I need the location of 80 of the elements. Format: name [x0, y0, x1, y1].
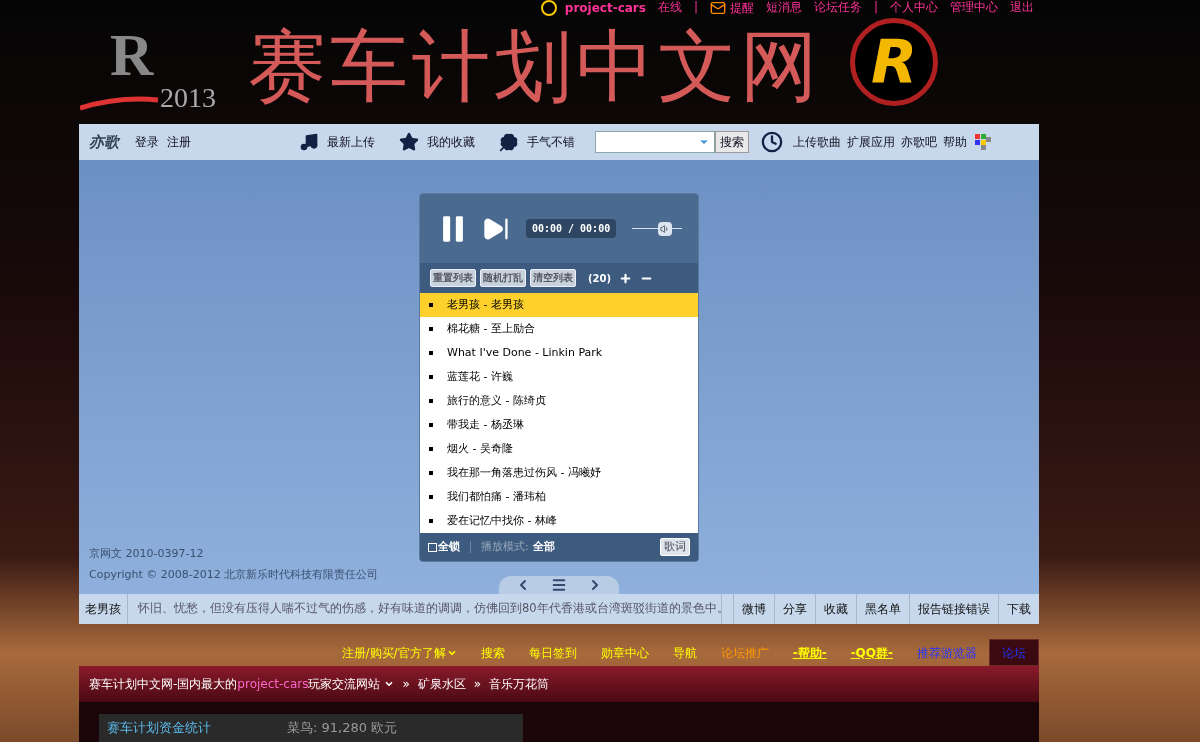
- action-button[interactable]: 微博: [733, 594, 774, 624]
- bullet-icon: [429, 351, 433, 355]
- play-mode-label: 播放模式:: [481, 538, 529, 555]
- action-button[interactable]: 报告链接错误: [909, 594, 998, 624]
- bullet-icon: [429, 471, 433, 475]
- list-tool-button[interactable]: 清空列表: [530, 269, 576, 287]
- bullet-icon: [429, 399, 433, 403]
- time-display: 00:00 / 00:00: [525, 219, 617, 238]
- bullet-icon: [429, 447, 433, 451]
- music-icon: [299, 132, 319, 152]
- add-icon[interactable]: [619, 271, 633, 285]
- logo-badge-icon: R: [850, 18, 938, 106]
- list-tool-button[interactable]: 重置列表: [430, 269, 476, 287]
- nav-link[interactable]: 亦歌吧: [901, 133, 937, 151]
- forum-nav-item[interactable]: -帮助-: [780, 639, 839, 666]
- bullet-icon: [429, 519, 433, 523]
- action-button[interactable]: 黑名单: [856, 594, 909, 624]
- breadcrumb-link[interactable]: 赛车计划中文网-国内最大的project-cars玩家交流网站: [89, 675, 395, 693]
- forum-nav-item[interactable]: -QQ群-: [838, 639, 905, 666]
- forum-nav-item[interactable]: 勋章中心: [588, 639, 661, 666]
- top-link[interactable]: 在线: [657, 0, 682, 16]
- menu-icon[interactable]: [551, 577, 567, 593]
- username-link[interactable]: project-cars: [564, 1, 646, 15]
- breadcrumb-link[interactable]: 音乐万花筒: [489, 675, 550, 693]
- search-field[interactable]: [595, 131, 715, 153]
- search-button[interactable]: 搜索: [715, 131, 749, 153]
- bullet-icon: [429, 327, 433, 331]
- logo-drawing: R 2013: [80, 20, 240, 120]
- nav-link[interactable]: 帮助: [943, 133, 967, 151]
- separator: |: [693, 0, 698, 16]
- clock-icon[interactable]: [761, 131, 783, 153]
- footer-note: 京网文 2010-0397-12: [89, 546, 205, 562]
- clover-icon: [499, 132, 519, 152]
- stats-value: 菜鸟: 91,280 欧元: [287, 719, 398, 737]
- bullet-icon: [429, 423, 433, 427]
- forum-nav-item[interactable]: 注册/购买/官方了解: [329, 639, 469, 666]
- mail-icon: [709, 0, 726, 16]
- nav-link[interactable]: 登录: [135, 133, 159, 151]
- action-button[interactable]: 下载: [998, 594, 1039, 624]
- playlist-item[interactable]: 老男孩 - 老男孩: [420, 293, 698, 317]
- footer-note: Copyright © 2008-2012 北京新乐时代科技有限责任公司: [89, 566, 379, 583]
- brand-logo: 亦歌: [89, 131, 119, 153]
- breadcrumb-link[interactable]: 矿泉水区: [417, 675, 466, 693]
- color-grid-icon[interactable]: [975, 134, 991, 150]
- lyrics-button[interactable]: 歌词: [660, 538, 690, 556]
- forum-nav-item[interactable]: 导航: [660, 639, 709, 666]
- forum-nav-item[interactable]: 搜索: [468, 639, 517, 666]
- star-icon: [399, 132, 419, 152]
- top-link[interactable]: 退出: [1010, 0, 1034, 16]
- bullet-icon: [429, 375, 433, 379]
- bullet-icon: [429, 495, 433, 499]
- caret-icon: [384, 679, 395, 689]
- separator: |: [873, 0, 878, 16]
- top-link[interactable]: 短消息: [765, 0, 802, 16]
- lock-checkbox[interactable]: 全锁: [428, 538, 460, 556]
- track-count: (20): [588, 271, 612, 286]
- volume-thumb[interactable]: [657, 221, 672, 236]
- top-link[interactable]: 论坛任务: [813, 0, 862, 16]
- list-tool-button[interactable]: 随机打乱: [480, 269, 526, 287]
- action-button[interactable]: 分享: [774, 594, 815, 624]
- breadcrumb-separator: »: [473, 676, 482, 693]
- top-link[interactable]: 个人中心: [890, 0, 938, 16]
- site-title: 赛车计划中文网: [248, 20, 822, 113]
- play-mode-value[interactable]: 全部: [532, 538, 555, 556]
- song-description: 怀旧、忧愁，但没有压得人喘不过气的伤感，好有味道的调调，仿佛回到80年代香港或台湾斑驳街道的景色中。: [128, 594, 722, 624]
- nav-link[interactable]: 注册: [167, 133, 191, 151]
- bullet-icon: [429, 303, 433, 307]
- nav-link[interactable]: 上传歌曲: [793, 133, 841, 151]
- action-button[interactable]: 收藏: [815, 594, 856, 624]
- feature-link[interactable]: 我的收藏: [399, 132, 475, 152]
- feature-link[interactable]: 最新上传: [299, 132, 375, 152]
- breadcrumb-separator: »: [402, 676, 410, 693]
- nav-link[interactable]: 扩展应用: [847, 133, 895, 151]
- top-link[interactable]: 提醒: [729, 1, 754, 15]
- stats-title: 赛车计划资金统计: [107, 719, 211, 737]
- feature-link[interactable]: 手气不错: [499, 132, 575, 152]
- volume-slider[interactable]: [632, 220, 682, 237]
- now-playing-title: 老男孩: [79, 594, 128, 624]
- top-link[interactable]: 管理中心: [950, 0, 998, 16]
- forum-nav-item[interactable]: 每日签到: [516, 639, 589, 666]
